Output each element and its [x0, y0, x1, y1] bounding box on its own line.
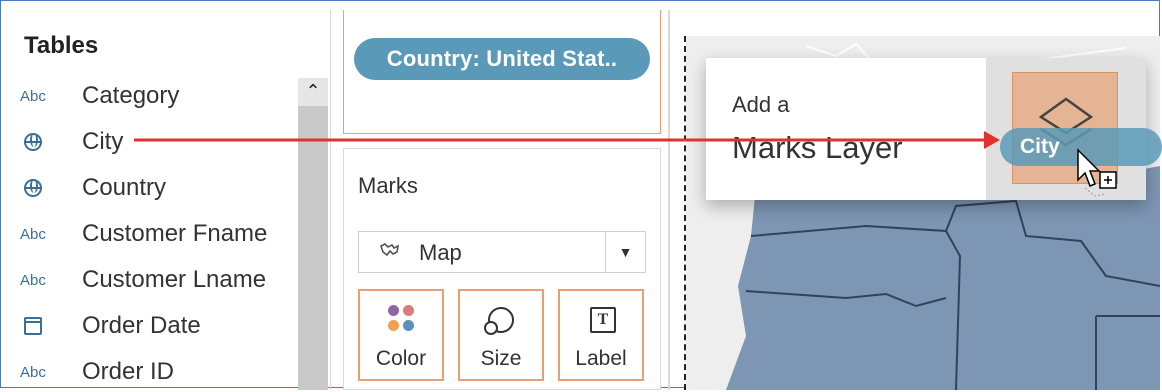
- drag-cursor-icon: [1077, 148, 1117, 197]
- drag-arrow: [134, 131, 1117, 197]
